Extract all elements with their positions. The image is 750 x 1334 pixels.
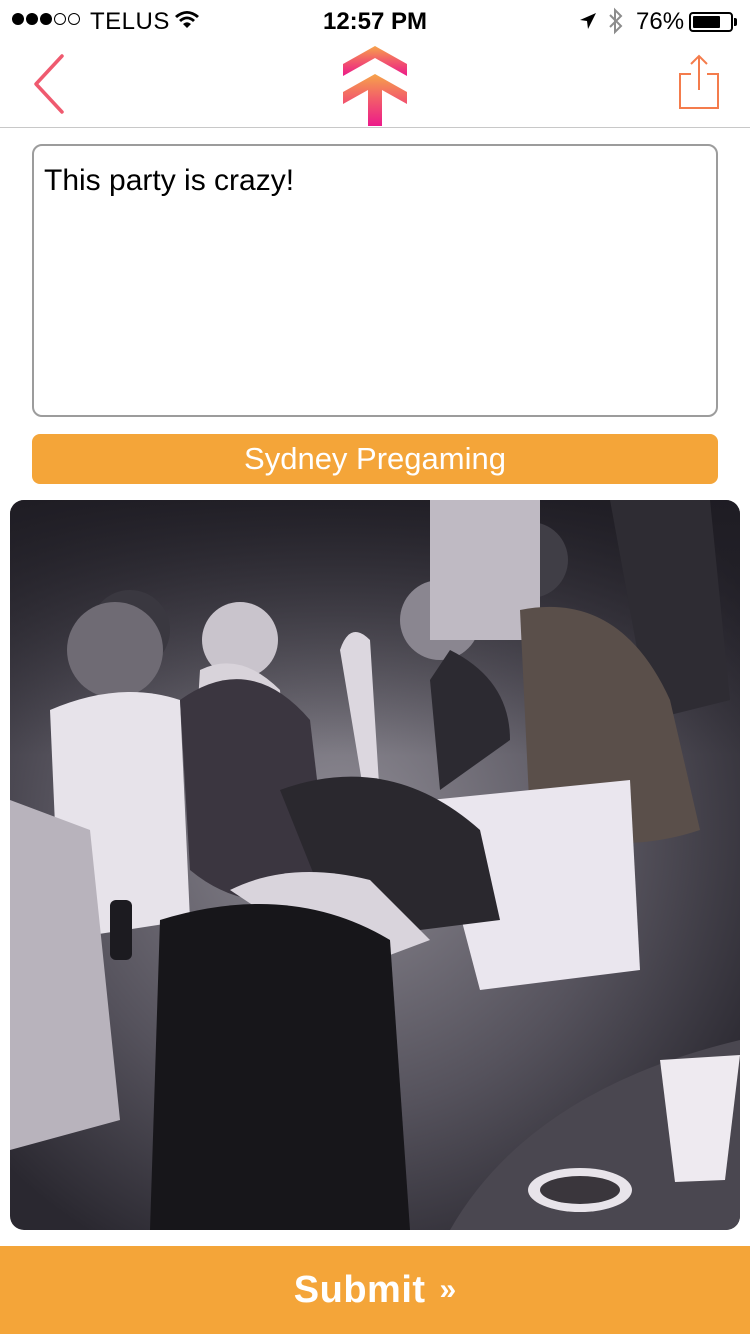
double-arrow-up-logo: [343, 46, 407, 126]
battery-percentage: 76%: [636, 8, 685, 35]
share-button[interactable]: [674, 52, 724, 112]
post-text-input[interactable]: This party is crazy!: [32, 144, 718, 417]
back-button[interactable]: [28, 52, 72, 116]
share-icon: [679, 54, 719, 109]
photo-image: [10, 500, 740, 1230]
party-photo: [10, 500, 740, 1230]
bluetooth-icon: [607, 7, 625, 40]
chevron-left-icon: [34, 54, 64, 114]
battery-icon: [689, 12, 733, 32]
location-button[interactable]: Sydney Pregaming: [32, 434, 718, 484]
battery-fill: [693, 16, 720, 28]
location-arrow-icon: [578, 11, 598, 36]
double-chevron-right-icon: »: [439, 1273, 457, 1306]
battery-tip: [734, 18, 737, 26]
submit-button[interactable]: Submit »: [0, 1246, 750, 1334]
submit-label: Submit: [293, 1268, 426, 1311]
navigation-bar: [0, 40, 750, 128]
status-bar: TELUS 12:57 PM 76%: [0, 0, 750, 40]
app-logo: [340, 44, 410, 126]
